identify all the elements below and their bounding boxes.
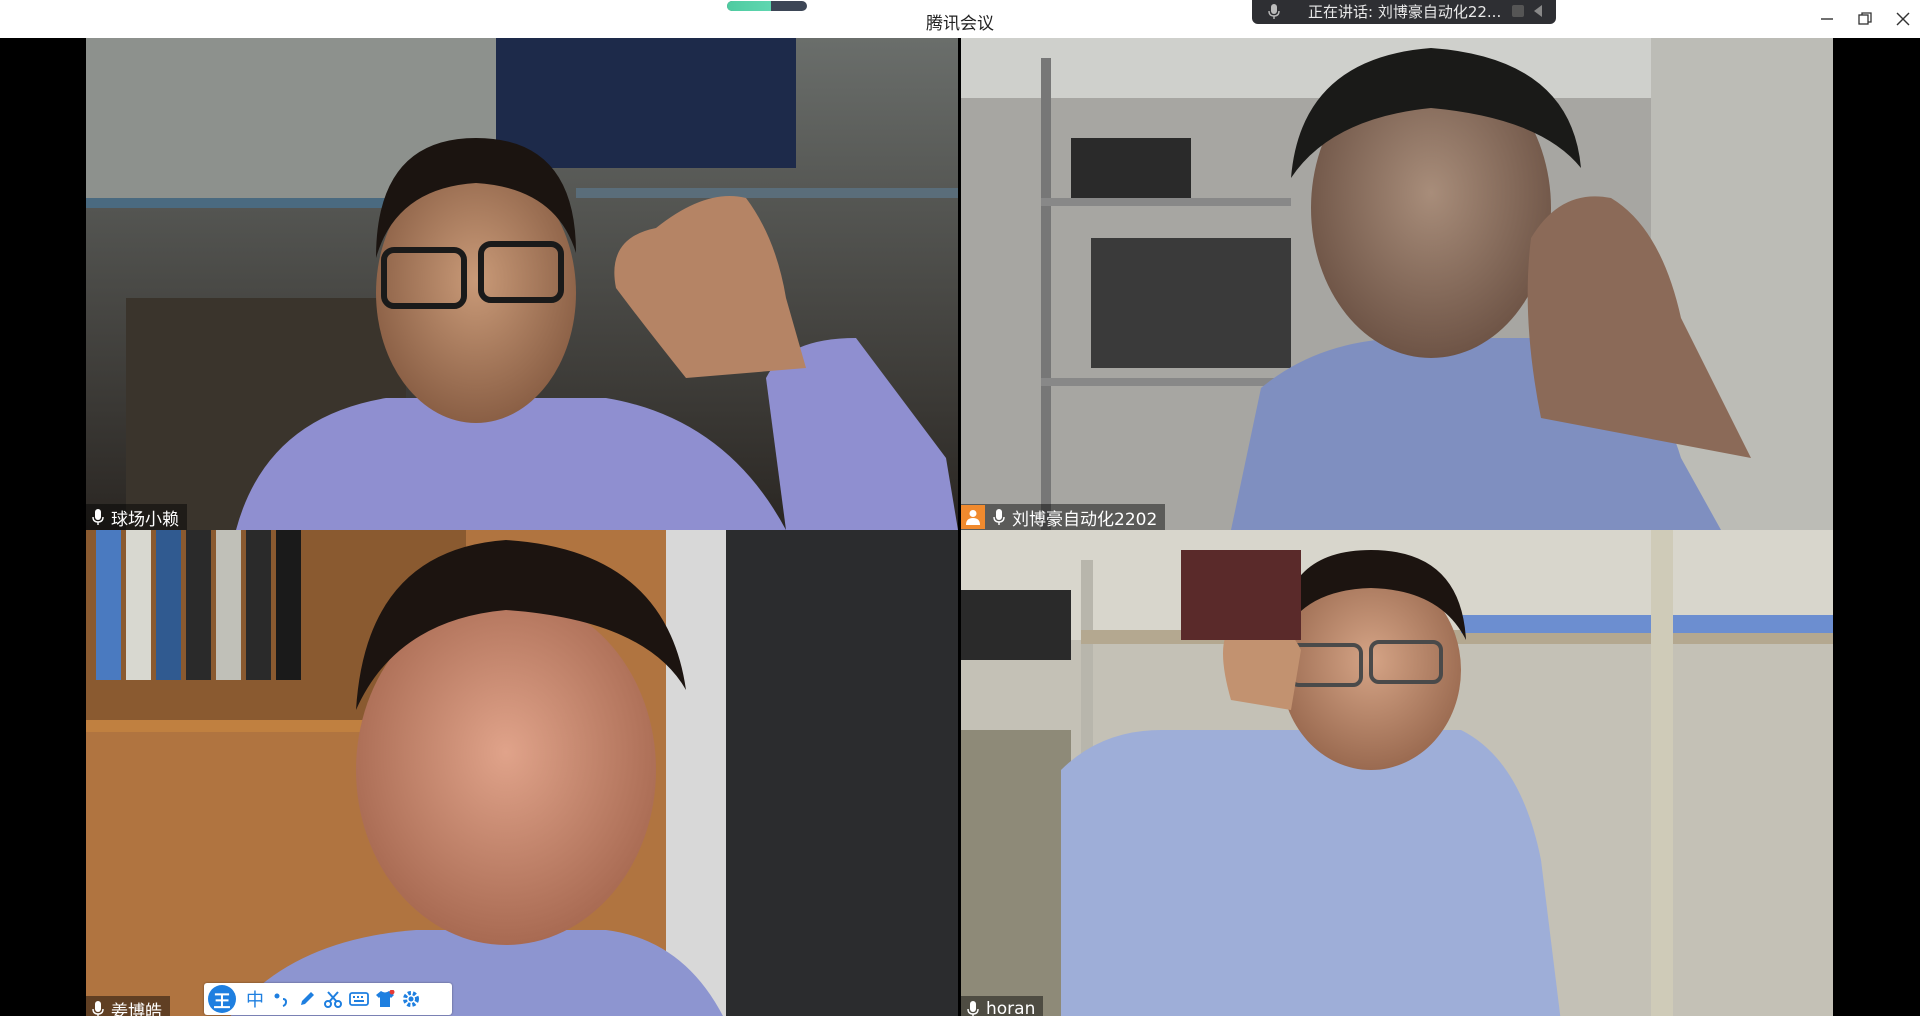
video-feed xyxy=(961,530,1833,1022)
mic-icon xyxy=(1268,4,1280,19)
minimize-icon[interactable] xyxy=(1818,10,1836,28)
skin-icon[interactable] xyxy=(372,986,398,1012)
participant-name: 球场小赖 xyxy=(111,509,179,530)
settings-icon[interactable] xyxy=(398,986,424,1012)
bottom-edge xyxy=(0,1016,1920,1022)
title-bar: 腾讯会议 正在讲话: 刘博豪自动化22... xyxy=(0,0,1920,38)
mic-icon[interactable] xyxy=(967,1000,979,1018)
mic-icon[interactable] xyxy=(92,508,104,526)
ime-logo[interactable]: 王 xyxy=(208,985,236,1013)
speaking-banner-text: 正在讲话: 刘博豪自动化22... xyxy=(1308,3,1502,21)
restore-icon[interactable] xyxy=(1856,10,1874,28)
mic-icon[interactable] xyxy=(993,508,1005,526)
window-title: 腾讯会议 xyxy=(926,14,994,34)
mic-icon[interactable] xyxy=(92,1000,104,1018)
participant-name-tag: 球场小赖 xyxy=(86,504,187,530)
banner-controls-icon[interactable] xyxy=(1512,3,1548,19)
host-person-icon xyxy=(966,510,980,525)
video-tile-3[interactable]: 姜博皓 xyxy=(86,530,958,1022)
speaking-banner[interactable]: 正在讲话: 刘博豪自动化22... xyxy=(1252,0,1556,24)
participant-name-tag: 刘博豪自动化2202 xyxy=(961,504,1166,530)
video-feed xyxy=(86,530,958,1022)
video-tile-2[interactable]: 刘博豪自动化2202 xyxy=(961,38,1833,530)
ime-toolbar[interactable]: 王 中 xyxy=(204,983,452,1015)
ime-mode-toggle[interactable]: 中 xyxy=(242,986,268,1012)
video-feed xyxy=(86,38,958,530)
host-badge xyxy=(961,505,985,529)
keyboard-icon[interactable] xyxy=(346,986,372,1012)
close-icon[interactable] xyxy=(1894,10,1912,28)
scissors-icon[interactable] xyxy=(320,986,346,1012)
video-feed xyxy=(961,38,1833,530)
video-tile-4[interactable]: horan xyxy=(961,530,1833,1022)
pen-icon[interactable] xyxy=(294,986,320,1012)
participant-name: 刘博豪自动化2202 xyxy=(1012,509,1158,530)
punctuation-icon[interactable] xyxy=(268,986,294,1012)
video-grid: 球场小赖 刘博豪自动化2202 姜博皓 horan xyxy=(86,38,1833,1022)
video-tile-1[interactable]: 球场小赖 xyxy=(86,38,958,530)
